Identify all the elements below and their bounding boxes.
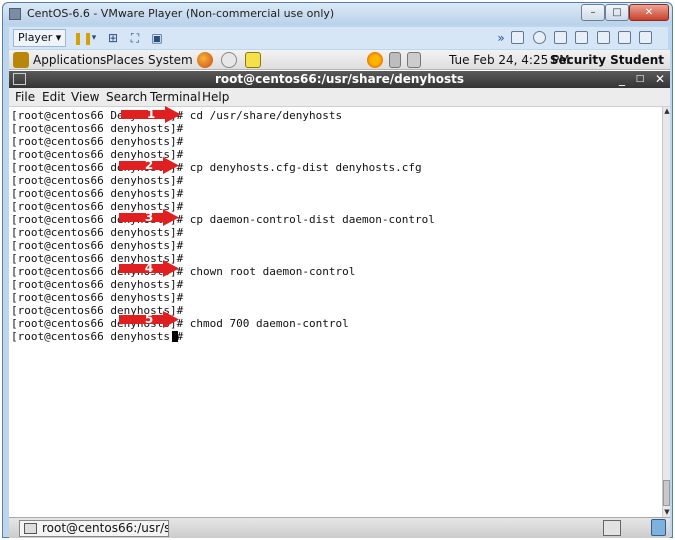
guest-screen: Applications Places System Tue Feb 24, 4…	[9, 50, 670, 538]
terminal-menu-bar: File Edit View Search Terminal Help	[9, 88, 670, 107]
scroll-down-icon[interactable]: ▼	[663, 508, 670, 517]
vmware-window: CentOS-6.6 - VMware Player (Non-commerci…	[2, 2, 673, 538]
terminal-line: [root@centos66 denyhosts]#	[11, 187, 184, 200]
menu-search[interactable]: Search	[106, 90, 147, 104]
network-device-icon[interactable]	[575, 31, 588, 44]
gnome-foot-icon	[13, 52, 29, 68]
network-icon[interactable]	[407, 52, 421, 68]
terminal-line: [root@centos66 denyhosts]#	[11, 330, 190, 343]
callout-arrow-2: 2	[119, 157, 179, 174]
pause-icon[interactable]: ❚❚	[73, 30, 93, 46]
menu-view[interactable]: View	[71, 90, 99, 104]
terminal-line: [root@centos66 denyhosts]#	[11, 239, 184, 252]
callout-number: 4	[144, 261, 154, 275]
menu-help[interactable]: Help	[202, 90, 229, 104]
callout-number: 2	[144, 158, 154, 172]
email-icon[interactable]	[221, 52, 237, 68]
terminal-line: [root@centos66 denyhosts]# chmod 700 dae…	[11, 317, 349, 330]
more-icon[interactable]: »	[495, 30, 507, 46]
taskbar-item-label: root@centos66:/usr/sh...	[42, 521, 168, 535]
callout-arrow-1: 1	[121, 106, 181, 123]
workspace-icon[interactable]	[603, 520, 621, 536]
message-icon[interactable]	[639, 31, 652, 44]
hdd-device-icon[interactable]	[554, 31, 567, 44]
terminal-scrollbar[interactable]: ▲ ▼	[662, 107, 670, 517]
terminal-icon	[24, 523, 37, 534]
minimize-button[interactable]: –	[581, 4, 605, 21]
notes-icon[interactable]	[245, 52, 261, 68]
scroll-up-icon[interactable]: ▲	[663, 107, 670, 116]
system-menu[interactable]: System	[148, 53, 193, 67]
vmware-title-bar: CentOS-6.6 - VMware Player (Non-commerci…	[3, 3, 672, 25]
player-menu[interactable]: Player ▾	[13, 29, 67, 47]
terminal-line: [root@centos66 denyhosts]# cp denyhosts.…	[11, 161, 422, 174]
callout-number: 1	[146, 107, 156, 121]
gnome-bottom-panel: root@centos66:/usr/sh...	[9, 517, 670, 538]
callout-arrow-4: 4	[119, 260, 179, 277]
callout-number: 5	[144, 312, 154, 326]
callout-arrow-3: 3	[119, 209, 179, 226]
vmware-logo-icon	[9, 8, 21, 20]
applications-menu[interactable]: Applications	[33, 53, 106, 67]
terminal-title: root@centos66:/usr/share/denyhosts	[214, 72, 465, 86]
vmware-title: CentOS-6.6 - VMware Player (Non-commerci…	[27, 7, 335, 20]
menu-edit[interactable]: Edit	[42, 90, 65, 104]
taskbar-terminal-item[interactable]: root@centos66:/usr/sh...	[19, 520, 169, 537]
terminal-close-button[interactable]: ✕	[651, 71, 669, 88]
terminal-body[interactable]: [root@centos66 DenyHosts]# cd /usr/share…	[9, 106, 662, 517]
printer-device-icon[interactable]	[511, 31, 524, 44]
close-button[interactable]: ✕	[629, 4, 669, 21]
places-menu[interactable]: Places	[106, 53, 144, 67]
weather-icon	[367, 52, 383, 68]
terminal-title-bar: root@centos66:/usr/share/denyhosts _ □ ✕	[9, 71, 670, 88]
player-menu-label: Player	[18, 31, 53, 44]
terminal-line: [root@centos66 denyhosts]#	[11, 278, 184, 291]
unity-icon[interactable]: ▣	[149, 30, 165, 46]
terminal-minimize-button[interactable]: _	[613, 71, 631, 88]
terminal-line: [root@centos66 denyhosts]#	[11, 122, 184, 135]
user-name[interactable]: Security Student	[550, 53, 664, 67]
pause-dropdown-icon[interactable]: ▾	[89, 30, 99, 46]
terminal-line: [root@centos66 denyhosts]# cp daemon-con…	[11, 213, 435, 226]
callout-arrow-5: 5	[119, 311, 179, 328]
terminal-line: [root@centos66 denyhosts]#	[11, 174, 184, 187]
usb-device-icon[interactable]	[597, 31, 610, 44]
menu-file[interactable]: File	[15, 90, 35, 104]
cd-device-icon[interactable]	[533, 31, 546, 44]
terminal-line: [root@centos66 denyhosts]#	[11, 226, 184, 239]
volume-icon[interactable]	[389, 52, 401, 68]
menu-terminal[interactable]: Terminal	[150, 90, 201, 104]
firefox-icon[interactable]	[197, 52, 213, 68]
fullscreen-icon[interactable]: ⛶	[127, 30, 143, 46]
scroll-thumb[interactable]	[663, 480, 670, 506]
callout-number: 3	[144, 210, 154, 224]
terminal-cursor	[172, 331, 178, 342]
terminal-maximize-button[interactable]: □	[631, 71, 649, 88]
trash-icon[interactable]	[651, 519, 666, 536]
terminal-line: [root@centos66 denyhosts]# chown root da…	[11, 265, 356, 278]
terminal-line: [root@centos66 denyhosts]#	[11, 135, 184, 148]
maximize-button[interactable]: □	[605, 4, 629, 21]
terminal-line: [root@centos66 denyhosts]#	[11, 291, 184, 304]
vmware-toolbar: Player ▾ ❚❚ ▾ ⊞ ⛶ ▣ »	[9, 27, 668, 49]
send-ctrl-alt-del-icon[interactable]: ⊞	[105, 30, 121, 46]
gnome-top-panel: Applications Places System Tue Feb 24, 4…	[9, 50, 670, 70]
sound-device-icon[interactable]	[618, 31, 631, 44]
